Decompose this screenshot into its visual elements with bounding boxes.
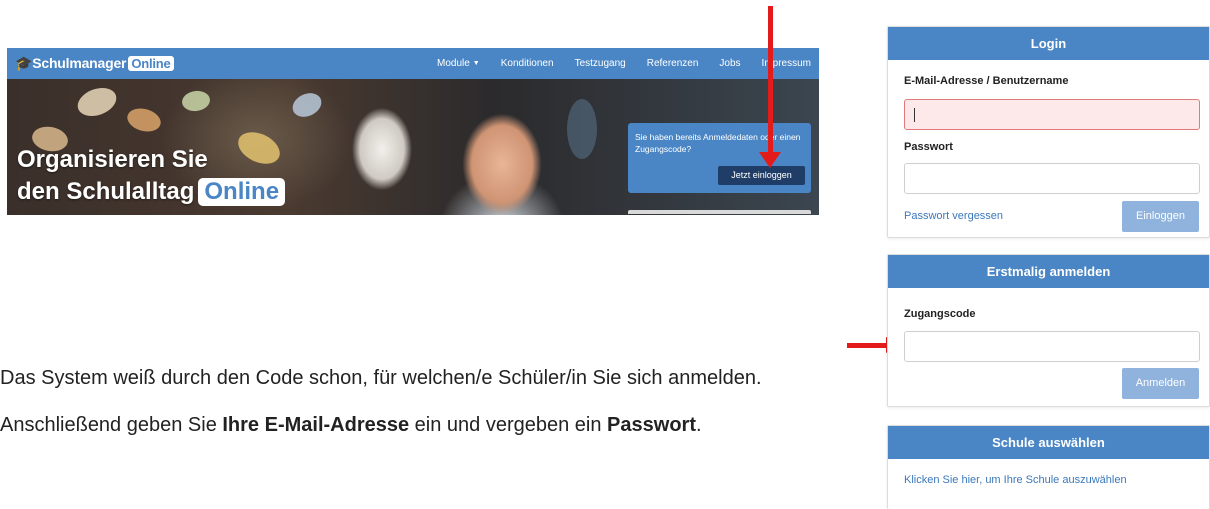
auth-panel: Login E-Mail-Adresse / Benutzername Pass… — [887, 26, 1210, 509]
hero-headline-line1: Organisieren Sie — [17, 146, 208, 173]
decor-shape — [567, 99, 597, 159]
first-login-card: Erstmalig anmelden Zugangscode Anmelden — [887, 254, 1210, 407]
instruction-paragraph-2: Anschließend geben Sie Ihre E-Mail-Adres… — [0, 414, 880, 437]
decor-shape — [288, 88, 326, 122]
text-cursor — [914, 108, 915, 122]
access-code-input[interactable] — [904, 331, 1200, 362]
nav-item-testzugang[interactable]: Testzugang — [575, 58, 626, 69]
instruction-email-emphasis: Ihre E-Mail-Adresse — [222, 414, 410, 436]
decor-shape — [124, 104, 164, 136]
password-input[interactable] — [904, 163, 1200, 194]
annotation-arrow-right-shaft — [847, 343, 889, 348]
teaser-second-box-edge — [628, 210, 811, 214]
hero-headline: Organisieren Sie den Schulalltag Online — [17, 144, 286, 208]
instruction-text-part: Anschließend geben Sie — [0, 414, 223, 436]
instruction-text-part: . — [695, 414, 702, 436]
instruction-password-emphasis: Passwort — [607, 414, 696, 436]
school-select-card: Schule auswählen Klicken Sie hier, um Ih… — [887, 425, 1210, 509]
hero-headline-line2-wrap: den Schulalltag Online — [17, 176, 286, 208]
site-navbar: 🎓Schulmanager Online Module ▼ Konditionen … — [7, 48, 819, 79]
caret-down-icon: ▼ — [472, 60, 480, 67]
hero-headline-line2: den Schulalltag — [17, 178, 195, 205]
instruction-text: Das System weiß durch den Code schon, fü… — [0, 367, 880, 437]
decor-shape — [180, 89, 212, 113]
nav-item-konditionen[interactable]: Konditionen — [501, 58, 554, 69]
school-select-card-title: Schule auswählen — [888, 426, 1209, 459]
anmelden-button[interactable]: Anmelden — [1122, 368, 1199, 399]
email-input[interactable] — [904, 99, 1200, 130]
nav-item-referenzen[interactable]: Referenzen — [647, 58, 699, 69]
nav-item-label: Module — [436, 58, 470, 69]
site-logo[interactable]: 🎓Schulmanager Online — [15, 55, 174, 72]
brand-online-badge: Online — [128, 56, 174, 71]
decor-shape — [73, 82, 121, 122]
login-card: Login E-Mail-Adresse / Benutzername Pass… — [887, 26, 1210, 238]
jetzt-einloggen-button[interactable]: Jetzt einloggen — [718, 166, 805, 185]
email-label: E-Mail-Adresse / Benutzername — [904, 75, 1069, 87]
instruction-paragraph-1: Das System weiß durch den Code schon, fü… — [0, 367, 762, 389]
access-code-label: Zugangscode — [904, 308, 976, 320]
forgot-password-link[interactable]: Passwort vergessen — [904, 210, 1003, 222]
site-nav-menu: Module ▼ Konditionen Testzugang Referenze… — [416, 48, 819, 79]
first-login-card-title: Erstmalig anmelden — [888, 255, 1209, 288]
einloggen-button[interactable]: Einloggen — [1122, 201, 1199, 232]
nav-item-jobs[interactable]: Jobs — [719, 58, 740, 69]
login-teaser-box: Sie haben bereits Anmeldedaten oder eine… — [628, 123, 811, 193]
instruction-text-part: ein und vergeben ein — [409, 414, 608, 436]
password-label: Passwort — [904, 141, 953, 153]
annotation-arrow-down-icon — [759, 152, 781, 168]
hero-online-badge: Online — [198, 178, 286, 206]
brand-icon: 🎓 — [15, 55, 33, 71]
select-school-link[interactable]: Klicken Sie hier, um Ihre Schule auszuwä… — [904, 474, 1127, 486]
nav-item-module[interactable]: Module ▼ — [437, 58, 480, 69]
login-card-title: Login — [888, 27, 1209, 60]
annotation-arrow-down-shaft — [768, 6, 773, 156]
brand-name: Schulmanager — [32, 55, 127, 71]
website-screenshot: 🎓Schulmanager Online Module ▼ Konditionen … — [7, 48, 819, 215]
